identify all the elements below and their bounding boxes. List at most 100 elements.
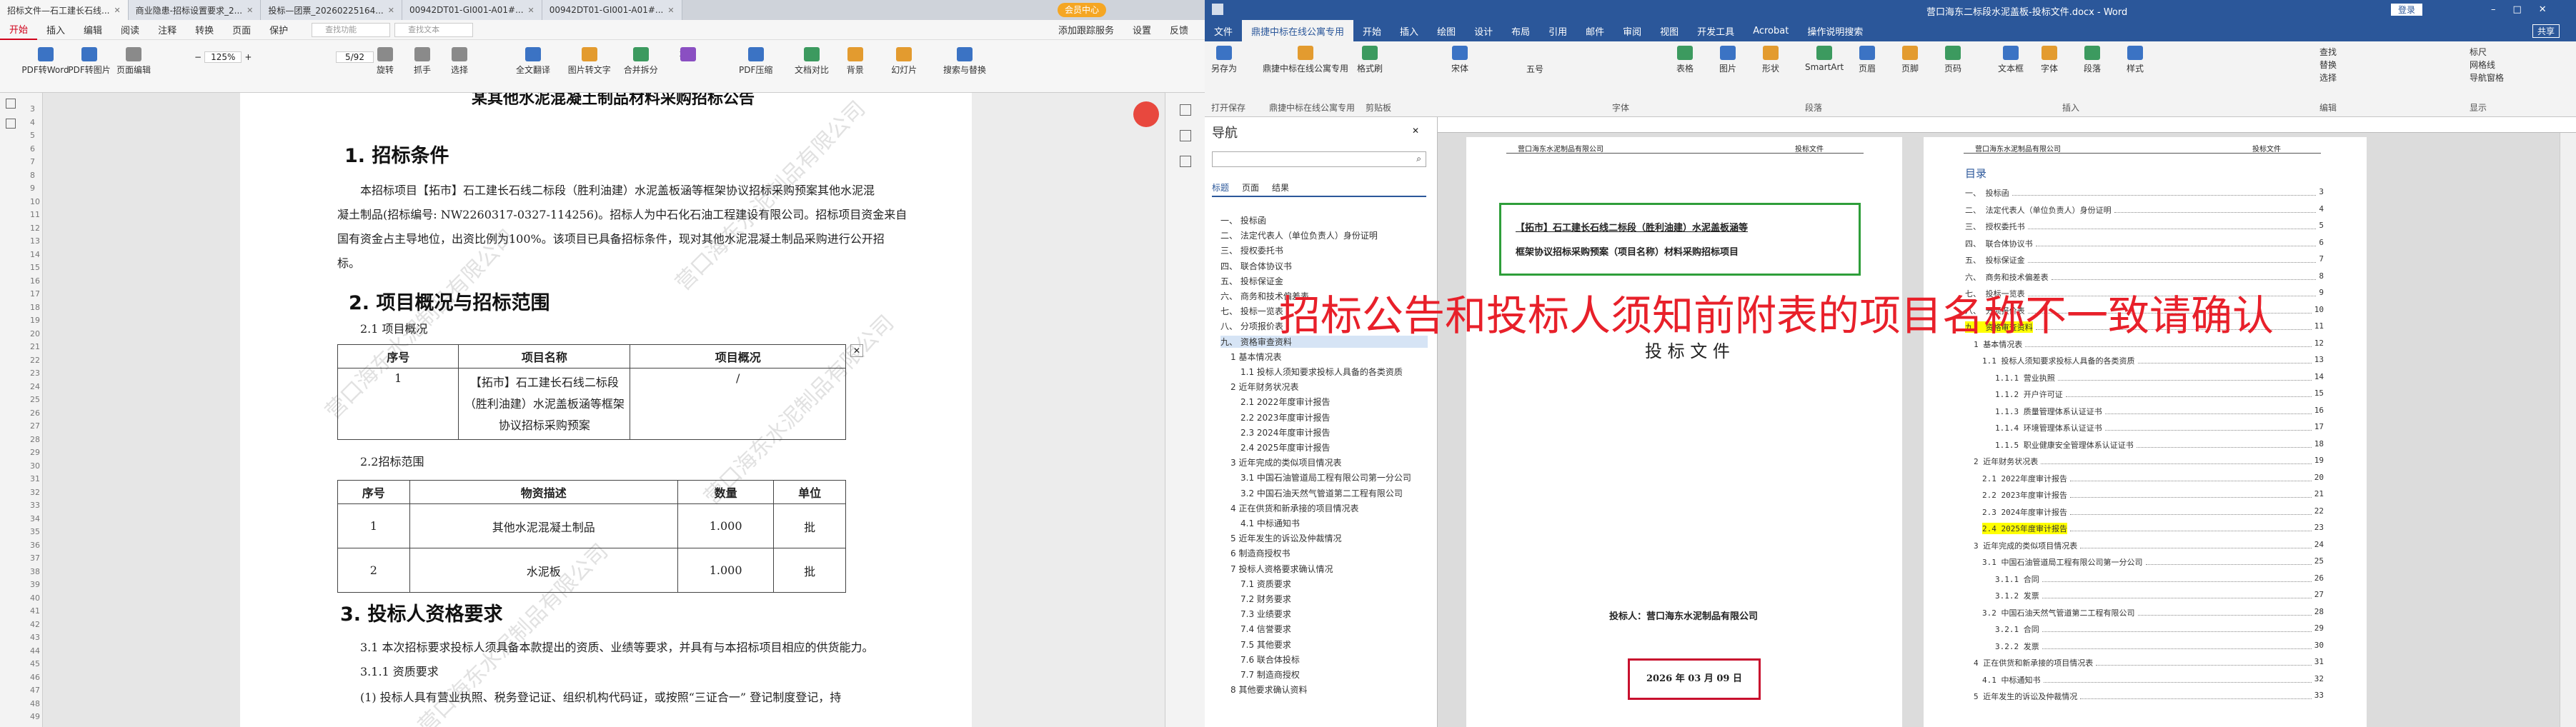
menu-5[interactable]: 转换: [186, 23, 223, 36]
ribbon-button[interactable]: 图片: [1719, 46, 1736, 74]
nav-item[interactable]: 7.3 业绩要求: [1240, 608, 1291, 620]
nav-item[interactable]: 7 投标人资格要求确认情况: [1230, 563, 1333, 575]
toc-entry[interactable]: 4 正在供货和新承接的项目情况表 31: [1974, 657, 2324, 668]
close-icon[interactable]: ✕: [114, 6, 120, 15]
toolbar-button[interactable]: 搜索与替换: [943, 47, 986, 76]
toc-entry[interactable]: 2.4 2025年度审计报告 23: [1982, 523, 2324, 534]
close-icon[interactable]: ✕: [667, 6, 674, 15]
sign-in-button[interactable]: 登录: [2391, 4, 2423, 16]
toc-entry[interactable]: 2.2 2023年度审计报告 21: [1982, 489, 2324, 501]
ribbon-tab-4[interactable]: 绘图: [1428, 20, 1465, 41]
toolbar-button[interactable]: PDF转Word: [21, 47, 69, 76]
toc-entry[interactable]: 2 近年财务状况表 19: [1974, 456, 2324, 467]
table-tool-icon[interactable]: ✕: [850, 344, 863, 357]
toc-entry[interactable]: 二、 法定代表人（单位负责人）身份证明 4: [1965, 204, 2324, 216]
nav-item[interactable]: 1.1 投标人须知要求投标人具备的各类资质: [1240, 366, 1403, 378]
menu-right-1[interactable]: 设置: [1123, 23, 1160, 36]
toc-entry[interactable]: 1.1.5 职业健康安全管理体系认证证书 18: [1995, 439, 2324, 451]
ribbon-button[interactable]: 鼎捷中标在线公寓专用: [1263, 46, 1348, 74]
ribbon-button[interactable]: 五号: [1526, 63, 1543, 75]
browser-tab[interactable]: 投标—团票_20260225164... ✕: [261, 0, 402, 20]
zoom-out-icon[interactable]: −: [194, 52, 202, 62]
ribbon-tab-2[interactable]: 开始: [1353, 20, 1391, 41]
nav-tab-1[interactable]: 页面: [1242, 181, 1259, 194]
nav-item[interactable]: 4 正在供货和新承接的项目情况表: [1230, 502, 1358, 514]
ribbon-tab-9[interactable]: 审阅: [1613, 20, 1651, 41]
nav-item[interactable]: 5 近年发生的诉讼及仲裁情况: [1230, 532, 1341, 544]
toolbar-button[interactable]: PDF压缩: [739, 47, 772, 76]
horizontal-ruler[interactable]: [1438, 117, 2576, 133]
close-icon[interactable]: ✕: [247, 6, 253, 15]
nav-item[interactable]: 三、 授权委托书: [1220, 244, 1283, 256]
comment-icon[interactable]: [1180, 156, 1191, 167]
properties-icon[interactable]: [1180, 130, 1191, 141]
window-controls[interactable]: –□✕: [2491, 4, 2564, 15]
ribbon-button[interactable]: 页脚: [1901, 46, 1919, 74]
nav-item[interactable]: 6 制造商授权书: [1230, 547, 1290, 559]
toolbar-button[interactable]: 旋转: [377, 47, 394, 76]
ribbon-button[interactable]: 样式: [2127, 46, 2144, 74]
menu-7[interactable]: 保护: [260, 23, 297, 36]
menu-2[interactable]: 编辑: [74, 23, 111, 36]
toc-entry[interactable]: 3.2.2 发票 30: [1995, 641, 2324, 652]
toc-entry[interactable]: 1.1.3 质量管理体系认证证书 16: [1995, 406, 2324, 417]
toc-entry[interactable]: 六、 商务和技术偏差表 8: [1965, 271, 2324, 283]
toc-entry[interactable]: 4.1 中标通知书 32: [1982, 674, 2324, 686]
menu-1[interactable]: 插入: [37, 23, 74, 36]
nav-item[interactable]: 3.1 中国石油管道局工程有限公司第一分公司: [1240, 471, 1411, 483]
toc-entry[interactable]: 1.1.1 营业执照 14: [1995, 372, 2324, 383]
toolbar-button[interactable]: 合并拆分: [624, 47, 658, 76]
ribbon-button[interactable]: 导航窗格: [2470, 71, 2504, 84]
nav-item[interactable]: 3.2 中国石油天然气管道第二工程有限公司: [1240, 487, 1403, 499]
browser-tab[interactable]: 00942DT01-GI001-A01#... ✕: [542, 0, 682, 20]
close-icon[interactable]: ✕: [528, 6, 534, 15]
nav-item[interactable]: 八、 分项报价表: [1220, 320, 1283, 332]
ribbon-tab-5[interactable]: 设计: [1465, 20, 1502, 41]
nav-tab-0[interactable]: 标题: [1212, 181, 1229, 194]
ribbon-tab-0[interactable]: 文件: [1205, 20, 1242, 41]
ribbon-button[interactable]: 宋体: [1451, 46, 1468, 74]
menu-4[interactable]: 注释: [149, 23, 186, 36]
nav-item[interactable]: 2.4 2025年度审计报告: [1240, 441, 1330, 453]
nav-item[interactable]: 7.2 财务要求: [1240, 593, 1291, 605]
zoom-in-icon[interactable]: +: [244, 52, 252, 62]
nav-item[interactable]: 1 基本情况表: [1230, 351, 1281, 363]
function-search-input[interactable]: 查找功能: [312, 22, 391, 37]
toolbar-button[interactable]: 背景: [847, 47, 864, 76]
toolbar-button[interactable]: 页面编辑: [116, 47, 151, 76]
toc-entry[interactable]: 三、 授权委托书 5: [1965, 221, 2324, 232]
ribbon-button[interactable]: 表格: [1676, 46, 1694, 74]
ribbon-button[interactable]: 格式刷: [1357, 46, 1383, 74]
close-icon[interactable]: ✕: [388, 6, 394, 15]
ribbon-button[interactable]: SmartArt: [1805, 46, 1844, 72]
toc-entry[interactable]: 一、 投标函 3: [1965, 187, 2324, 199]
toc-entry[interactable]: 1.1.2 开户许可证 15: [1995, 388, 2324, 400]
save-icon[interactable]: [1212, 4, 1223, 15]
page-number-input[interactable]: 5/92: [336, 51, 374, 63]
ribbon-tab-13[interactable]: 操作说明搜索: [1798, 20, 1872, 41]
nav-tab-2[interactable]: 结果: [1272, 181, 1289, 194]
ribbon-button[interactable]: 页码: [1944, 46, 1961, 74]
ribbon-tab-7[interactable]: 引用: [1539, 20, 1576, 41]
nav-item[interactable]: 2.3 2024年度审计报告: [1240, 426, 1330, 438]
nav-item[interactable]: 四、 联合体协议书: [1220, 260, 1292, 272]
ribbon-button[interactable]: 形状: [1762, 46, 1779, 74]
toc-entry[interactable]: 四、 联合体协议书 6: [1965, 238, 2324, 249]
toc-entry[interactable]: 3.1.1 合同 26: [1995, 573, 2324, 585]
toolbar-button[interactable]: 水印: [680, 47, 697, 61]
toolbar-button[interactable]: 文档对比: [795, 47, 829, 76]
toc-entry[interactable]: 1.1.4 环境管理体系认证证书 17: [1995, 422, 2324, 433]
nav-item[interactable]: 4.1 中标通知书: [1240, 517, 1300, 529]
ribbon-button[interactable]: 替换: [2319, 59, 2337, 71]
ribbon-button[interactable]: 页眉: [1859, 46, 1876, 74]
ribbon-button[interactable]: 标尺: [2470, 46, 2487, 58]
nav-item[interactable]: 2.2 2023年度审计报告: [1240, 411, 1330, 423]
toc-entry[interactable]: 3 近年完成的类似项目情况表 24: [1974, 540, 2324, 551]
ribbon-button[interactable]: 网格线: [2470, 59, 2495, 71]
toolbar-button[interactable]: 图片转文字: [568, 47, 611, 76]
nav-item[interactable]: 7.7 制造商授权: [1240, 668, 1300, 681]
toc-entry[interactable]: 2.1 2022年度审计报告 20: [1982, 473, 2324, 484]
ribbon-tab-8[interactable]: 邮件: [1576, 20, 1613, 41]
toc-entry[interactable]: 5 近年发生的诉讼及仲裁情况 33: [1974, 691, 2324, 702]
menu-right-2[interactable]: 反馈: [1160, 23, 1198, 36]
